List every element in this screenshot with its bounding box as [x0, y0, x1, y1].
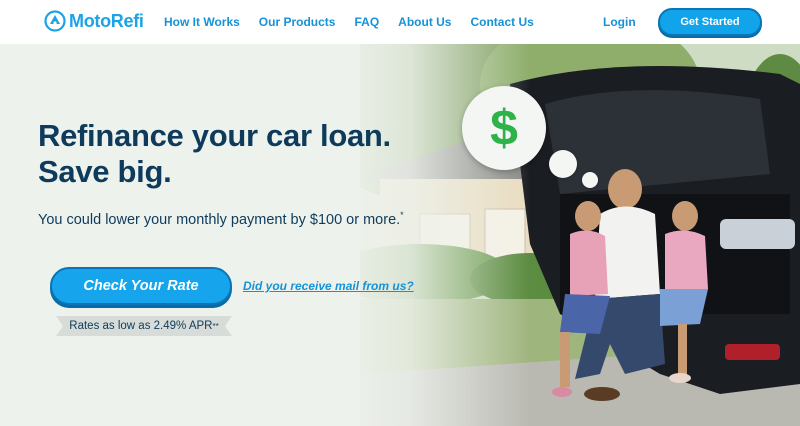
logo[interactable]: MotoRefi — [44, 10, 144, 32]
headline-line-2: Save big. — [38, 154, 172, 189]
subhead-footnote-mark: * — [400, 210, 404, 220]
hero-section: Refinance your car loan. Save big. — [0, 44, 800, 426]
hero-headline: Refinance your car loan. Save big. — [38, 118, 391, 190]
nav-our-products[interactable]: Our Products — [259, 15, 336, 29]
nav-faq[interactable]: FAQ — [354, 15, 379, 29]
nav-about-us[interactable]: About Us — [398, 15, 451, 29]
mail-offer-link[interactable]: Did you receive mail from us? — [243, 279, 414, 293]
login-link[interactable]: Login — [603, 15, 636, 29]
thought-dot-small — [582, 172, 598, 188]
nav-how-it-works[interactable]: How It Works — [164, 15, 240, 29]
rate-ribbon: Rates as low as 2.49% APR ** — [56, 316, 232, 336]
dollar-bubble: $ — [462, 86, 546, 170]
dollar-icon: $ — [490, 100, 518, 156]
hero-subhead: You could lower your monthly payment by … — [38, 210, 404, 228]
headline-line-1: Refinance your car loan. — [38, 118, 391, 153]
subhead-text: You could lower your monthly payment by … — [38, 211, 401, 228]
main-nav: How It Works Our Products FAQ About Us C… — [164, 15, 553, 29]
rate-footnote-mark: ** — [212, 321, 219, 331]
thought-dot-large — [549, 150, 577, 178]
check-your-rate-button[interactable]: Check Your Rate — [50, 267, 232, 305]
rate-text: Rates as low as 2.49% APR — [69, 320, 213, 332]
get-started-button[interactable]: Get Started — [658, 8, 762, 36]
site-header: MotoRefi How It Works Our Products FAQ A… — [0, 0, 800, 44]
nav-contact-us[interactable]: Contact Us — [470, 15, 533, 29]
logo-text: MotoRefi — [69, 10, 144, 31]
logo-icon — [44, 10, 66, 32]
